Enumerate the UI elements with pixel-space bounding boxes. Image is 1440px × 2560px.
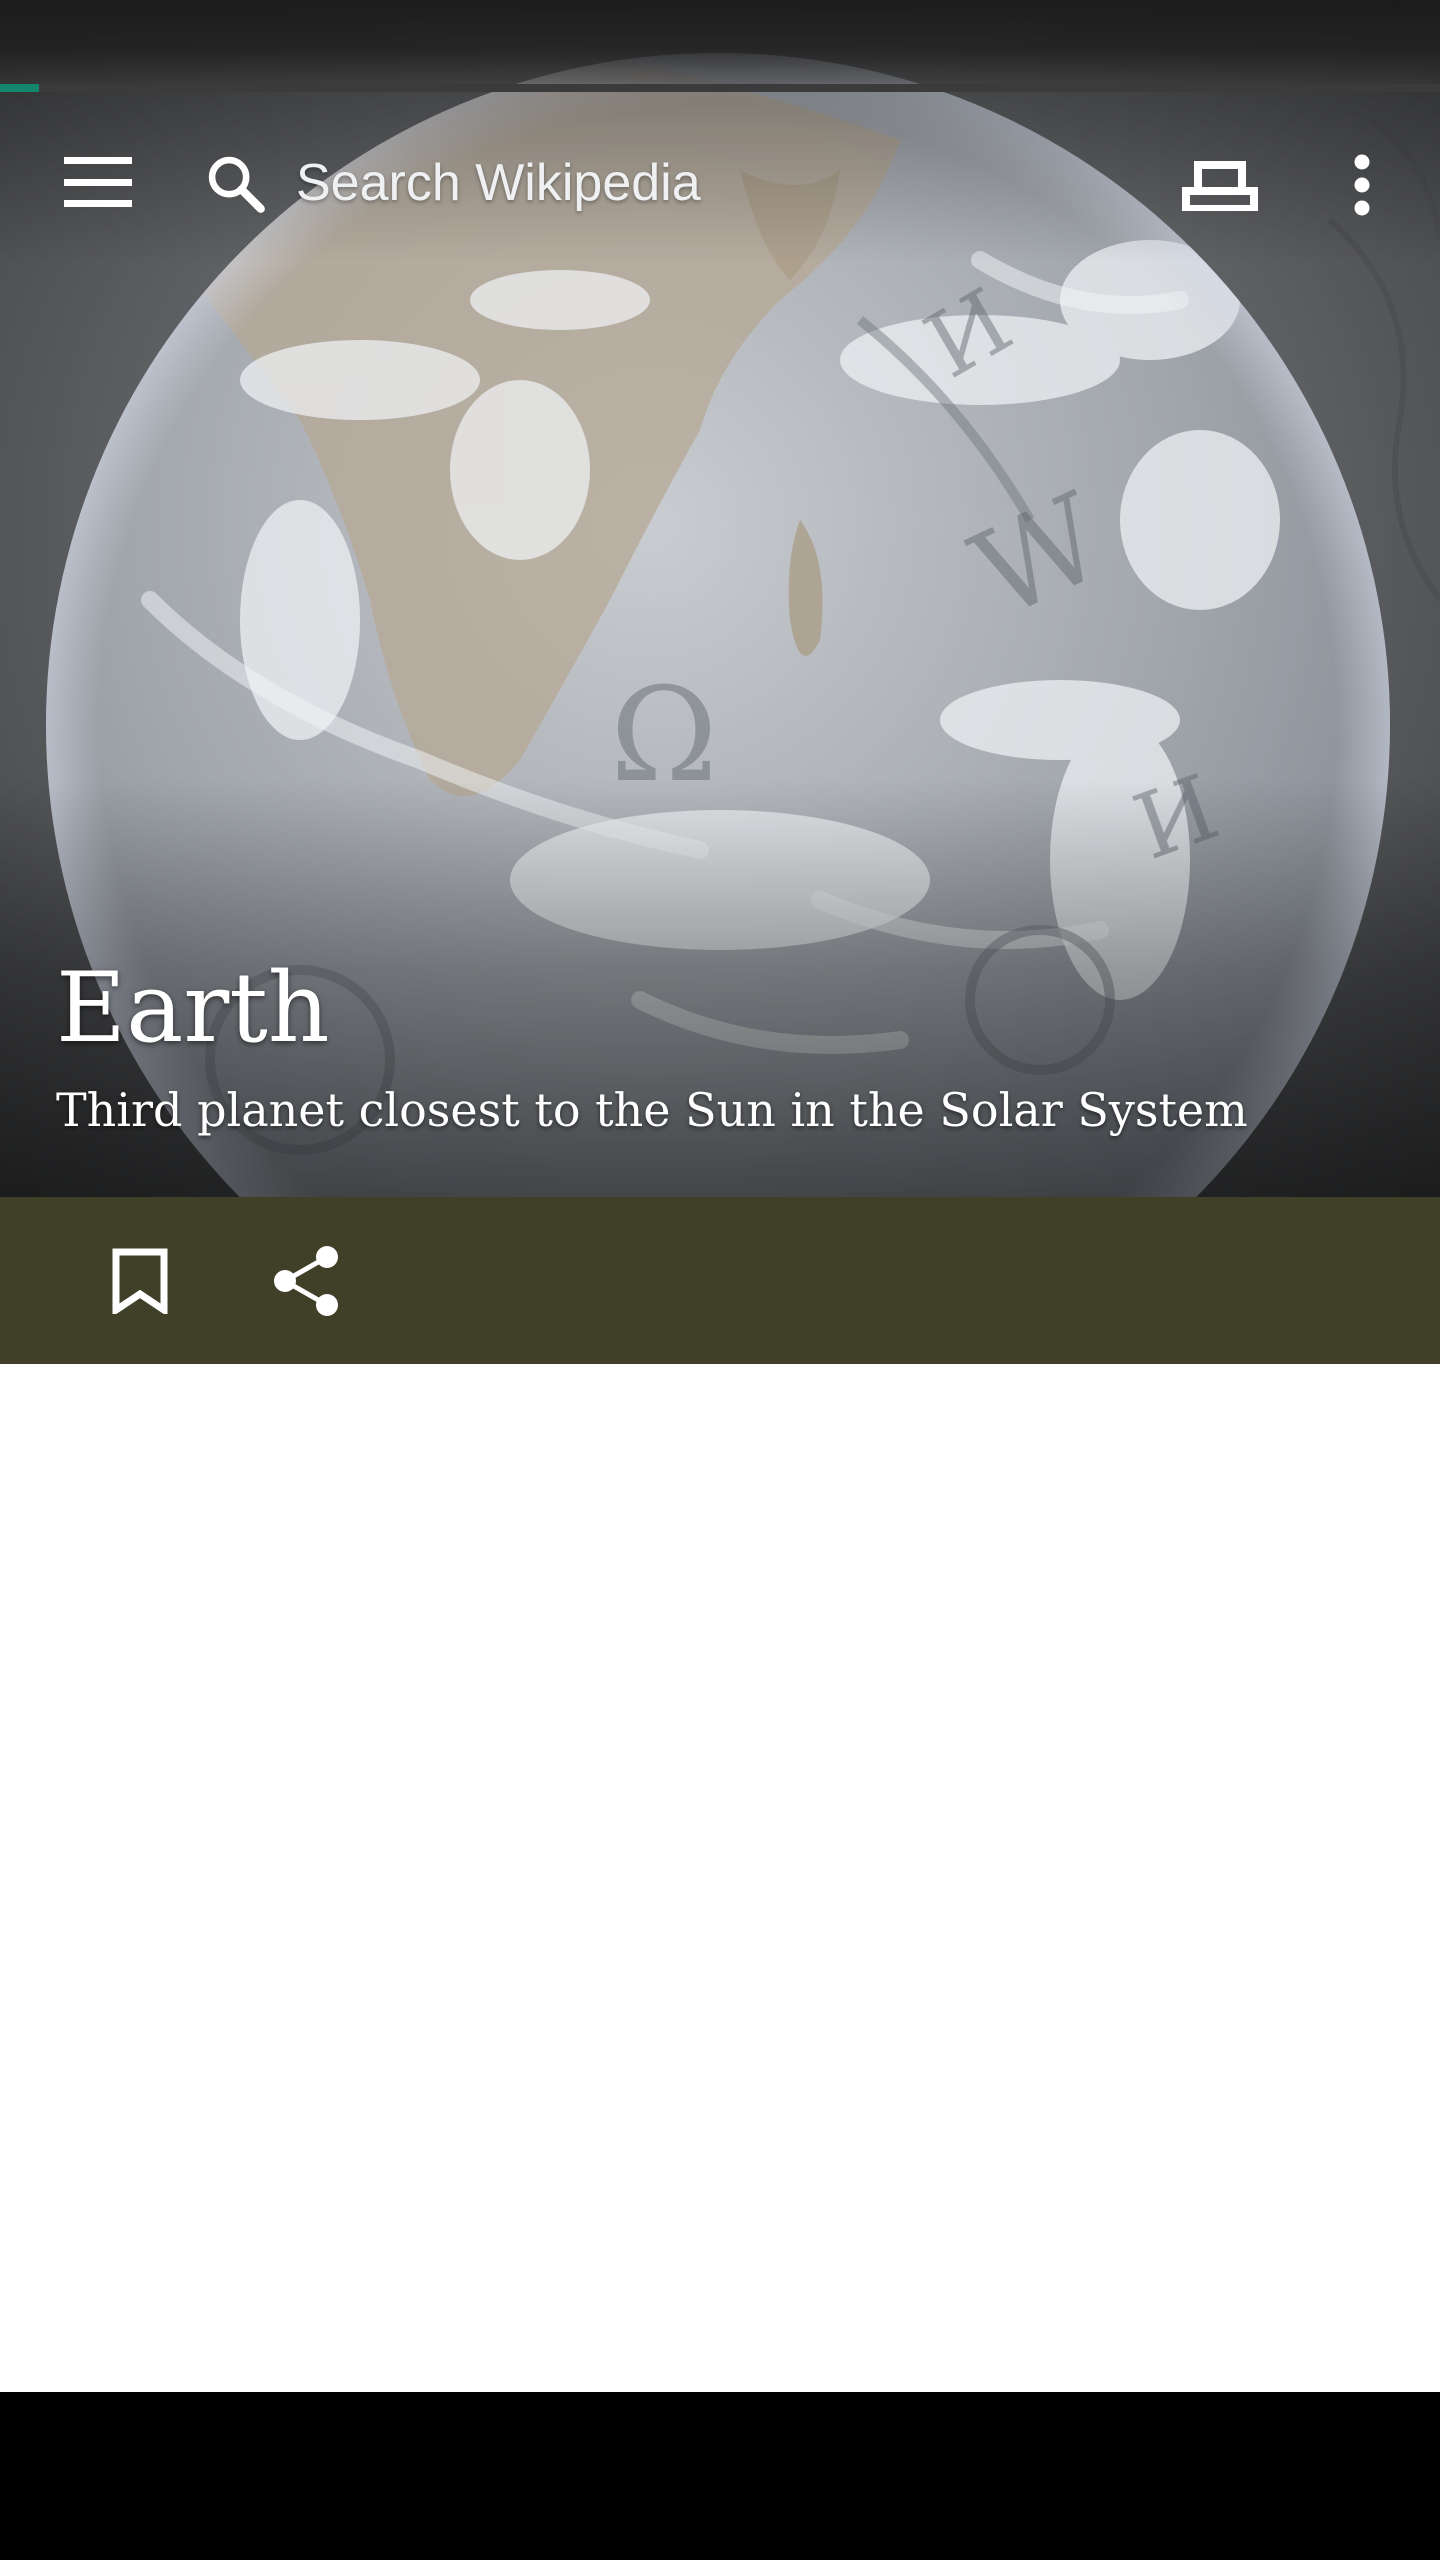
more-vert-icon [1354, 154, 1370, 216]
page-load-progress [0, 84, 1440, 92]
search-input[interactable]: Search Wikipedia [296, 150, 701, 216]
tabs-icon [1182, 161, 1258, 211]
page-load-progress-fill [0, 84, 39, 92]
share-icon [274, 1246, 338, 1316]
bookmark-icon [112, 1248, 168, 1314]
tabs-button[interactable] [1160, 140, 1280, 230]
system-navigation-bar [0, 2392, 1440, 2560]
hamburger-menu-icon [64, 157, 132, 207]
overflow-menu-button[interactable] [1316, 140, 1408, 230]
article-description: Third planet closest to the Sun in the S… [56, 1083, 1248, 1137]
search-button[interactable] [196, 144, 276, 224]
save-button[interactable] [84, 1225, 196, 1337]
search-icon [208, 156, 265, 213]
share-button[interactable] [250, 1225, 362, 1337]
navigation-menu-button[interactable] [38, 130, 158, 234]
article-action-bar [0, 1197, 1440, 1364]
lead-image[interactable]: Ω W И И Search Wikipedia [0, 0, 1440, 1197]
article-title: Earth [56, 952, 330, 1064]
status-bar [0, 0, 1440, 84]
